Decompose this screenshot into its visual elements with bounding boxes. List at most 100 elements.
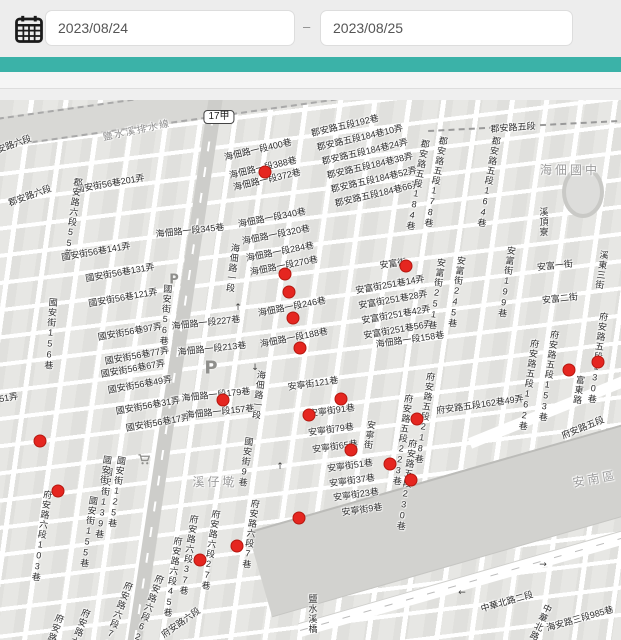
street-label: 國安街56巷141弄 (61, 241, 132, 262)
street-label: 海佃路一段320巷 (241, 224, 310, 246)
street-label: 安富街245巷 (446, 255, 465, 329)
map-marker[interactable] (563, 364, 576, 377)
street-label: 安寧街37巷 (329, 473, 376, 488)
street-label: 國安街56巷51弄 (0, 392, 19, 412)
place-label: 溪仔墘 (192, 476, 237, 488)
map-marker[interactable] (34, 435, 47, 448)
street-label: 安寧街91巷 (309, 403, 356, 418)
street-label: 府安路六段103巷 (30, 489, 52, 582)
map-marker[interactable] (384, 458, 397, 471)
arrow-icon: ↑ (234, 303, 242, 313)
map-marker[interactable] (231, 540, 244, 553)
map-marker[interactable] (294, 342, 307, 355)
street-label: 國安街156巷 (43, 297, 57, 370)
boundary-dashed-line (428, 118, 621, 132)
street-label: 國安街 (98, 455, 111, 486)
street-label: 安寧街51巷 (327, 458, 374, 473)
street-label: 海佃路一段213巷 (177, 341, 247, 357)
street-label: 府安路六段 (160, 606, 202, 639)
street-label: 郡安路五段184巷24弄 (321, 138, 409, 167)
street-label: 安富二街 (542, 293, 579, 306)
street-label: 國安街139巷 (93, 466, 112, 540)
street-label: 安寧街79巷 (308, 422, 355, 437)
map-marker[interactable] (259, 166, 272, 179)
street-label: 府安路六段45巷 (162, 536, 182, 618)
map[interactable]: 鹽水溪排水線郡安路六段郡安路六段17甲國安街56巷201弄郡安路六段55巷國安街… (0, 100, 621, 640)
map-marker[interactable] (194, 554, 207, 567)
parking-icon: P (204, 358, 217, 379)
street-label: 國安街56巷67弄 (100, 359, 166, 379)
map-marker[interactable] (287, 312, 300, 325)
street-label: 安富街251巷56弄 (363, 319, 434, 340)
street-label: 國安街9巷 (237, 436, 253, 488)
calendar-icon (14, 14, 44, 44)
street-label: 郡安路五段184巷 (404, 138, 429, 231)
map-marker[interactable] (293, 512, 306, 525)
street-label: 國安街56巷49弄 (107, 375, 173, 395)
map-marker[interactable] (400, 260, 413, 273)
street-label: 安富街251巷14弄 (355, 274, 426, 295)
street-label: 溪東三街 (594, 250, 608, 291)
street-label: 郡安路五段184巷38弄 (326, 152, 414, 181)
arrow-icon: ← (458, 588, 466, 598)
sub-header-strip (0, 72, 621, 89)
map-marker[interactable] (217, 394, 230, 407)
arrow-icon: → (539, 560, 547, 570)
street-label: 郡安路五段178巷 (422, 135, 447, 228)
street-label: 海佃路一段400巷 (223, 138, 292, 162)
map-marker[interactable] (52, 485, 65, 498)
teal-accent-bar (0, 57, 621, 72)
street-label: 郡安路五段184巷10弄 (316, 124, 404, 153)
street-label: 國安街56巷131弄 (85, 262, 156, 283)
map-marker[interactable] (335, 393, 348, 406)
arrow-icon: ↓ (251, 363, 259, 373)
map-marker[interactable] (279, 268, 292, 281)
street-label: 安富街251巷28弄 (358, 289, 429, 310)
header-map-gap (0, 89, 621, 100)
street-label: 國安街56巷97弄 (97, 322, 163, 342)
cart-icon (138, 453, 151, 471)
map-marker[interactable] (283, 286, 296, 299)
date-from-input[interactable] (45, 10, 295, 46)
date-range-separator: – (303, 19, 310, 34)
street-label: 府安路五段162巷49弄 (436, 394, 524, 415)
date-to-input[interactable] (320, 10, 573, 46)
street-label: 國安街155巷 (78, 495, 97, 569)
map-marker[interactable] (592, 356, 605, 369)
street-label: 國安街56巷121弄 (88, 287, 159, 308)
street-label: 安寧街 (362, 420, 375, 451)
street-label: 國安街125巷 (106, 455, 125, 529)
street-label: 府安路六段71巷 (97, 580, 134, 640)
street-label: 國安街56巷201弄 (75, 173, 146, 194)
street-label: 海佃路一段157巷 (185, 404, 255, 420)
street-label: 府安路六段27巷 (200, 509, 220, 591)
map-marker[interactable] (303, 409, 316, 422)
street-label: 郡安路五段164巷 (475, 135, 500, 228)
street-label: 中華北路 (527, 602, 552, 640)
street-label: 國安街56巷 (158, 284, 171, 346)
parking-icon: P (169, 273, 179, 288)
map-marker[interactable] (345, 444, 358, 457)
street-label: 府安路六段 (65, 607, 91, 640)
street-label: 海佃路一段158巷 (375, 331, 445, 350)
map-marker[interactable] (405, 474, 418, 487)
street-label: 海佃路一段284巷 (245, 241, 314, 263)
street-label: 國安街56巷77弄 (104, 346, 170, 366)
street-label: 海佃路一段340巷 (237, 207, 306, 229)
street-label: 安寧街121巷 (287, 376, 339, 392)
street-label: 安富街251巷 (426, 257, 445, 331)
street-label: 安富一街 (537, 260, 574, 273)
street-label: 海佃路一段 (250, 370, 265, 421)
arrow-icon: ↑ (276, 462, 284, 472)
street-label: 郡安路六段55巷 (62, 177, 82, 259)
street-label: 安富街199巷 (496, 245, 515, 319)
street-label: 海佃路一段 (224, 243, 239, 294)
map-marker[interactable] (411, 413, 424, 426)
street-label: 郡安路六段 (7, 184, 52, 208)
street-label: 安富街251巷42弄 (361, 304, 432, 325)
street-label: 溪頂寮 (539, 207, 548, 237)
street-label: 郡安路五段192巷 (310, 114, 379, 138)
school-track-shape (562, 166, 604, 218)
street-label: 府安路 (46, 612, 65, 640)
street-label: 郡安路五段184巷52弄 (330, 166, 418, 195)
